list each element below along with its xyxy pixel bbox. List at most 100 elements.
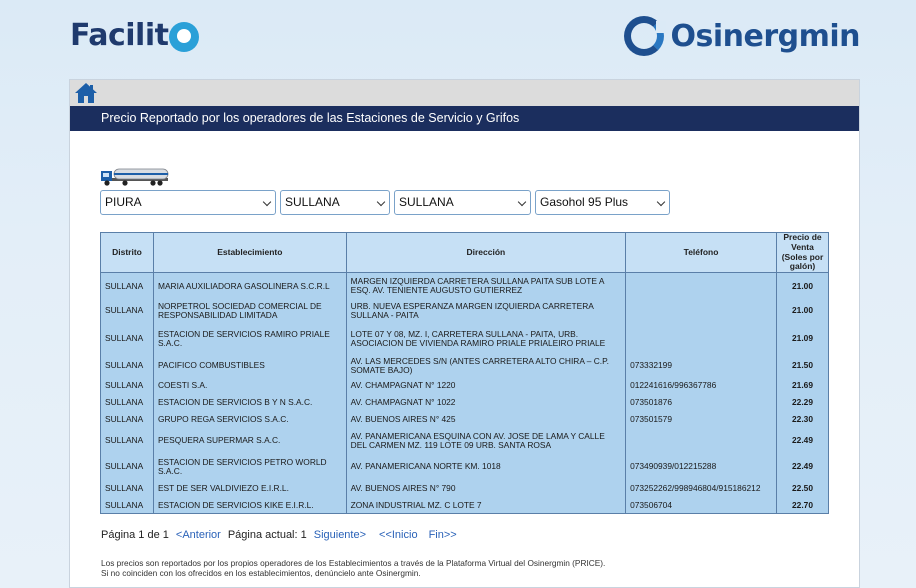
- top-bar: [70, 80, 859, 106]
- cell-distrito: SULLANA: [100, 354, 154, 377]
- prices-table: Distrito Establecimiento Dirección Teléf…: [100, 231, 829, 515]
- home-icon[interactable]: [74, 82, 98, 104]
- cell-direccion: AV. CHAMPAGNAT N° 1220: [345, 376, 627, 394]
- chevron-down-icon: [376, 197, 386, 207]
- cell-distrito: SULLANA: [100, 376, 154, 394]
- header-telefono[interactable]: Teléfono: [625, 231, 778, 274]
- table-row: SULLANA ESTACION DE SERVICIOS PETRO WORLD…: [100, 453, 829, 480]
- filter-bar: PIURA SULLANA SULLANA Gasohol 95 Plus: [100, 190, 670, 215]
- cell-telefono: 073506704: [625, 496, 778, 515]
- cell-direccion: LOTE 07 Y 08, MZ. I, CARRETERA SULLANA -…: [345, 322, 627, 355]
- footnote: Los precios son reportados por los propi…: [101, 558, 605, 578]
- cell-precio: 21.69: [776, 376, 829, 394]
- cell-establecimiento: ESTACION DE SERVICIOS B Y N S.A.C.: [152, 393, 347, 411]
- cell-precio: 22.49: [776, 453, 829, 480]
- last-page-link[interactable]: Fin>>: [429, 529, 457, 541]
- page-title: Precio Reportado por los operadores de l…: [70, 106, 859, 131]
- cell-precio: 21.00: [776, 272, 829, 299]
- facilito-o-icon: [169, 21, 200, 52]
- cell-telefono: [625, 272, 778, 299]
- main-panel: Precio Reportado por los operadores de l…: [69, 79, 860, 588]
- header-establecimiento[interactable]: Establecimiento: [152, 231, 347, 274]
- cell-distrito: SULLANA: [100, 410, 154, 428]
- cell-establecimiento: PESQUERA SUPERMAR S.A.C.: [152, 427, 347, 454]
- cell-precio: 21.00: [776, 298, 829, 323]
- cell-direccion: ZONA INDUSTRIAL MZ. C LOTE 7: [345, 496, 627, 515]
- facilito-logo-text: Facilit: [70, 18, 169, 53]
- cell-distrito: SULLANA: [100, 393, 154, 411]
- footnote-line: Si no coinciden con los ofrecidos en los…: [101, 568, 421, 578]
- cell-telefono: 012241616/996367786: [625, 376, 778, 394]
- cell-establecimiento: MARIA AUXILIADORA GASOLINERA S.C.R.L: [152, 272, 347, 299]
- cell-precio: 21.09: [776, 322, 829, 355]
- provincia-select[interactable]: SULLANA: [280, 190, 390, 215]
- facilito-logo: Facilit: [70, 18, 200, 53]
- cell-establecimiento: COESTI S.A.: [152, 376, 347, 394]
- cell-establecimiento: EST DE SER VALDIVIEZO E.I.R.L.: [152, 479, 347, 497]
- distrito-select[interactable]: SULLANA: [394, 190, 531, 215]
- table-row: SULLANA ESTACION DE SERVICIOS KIKE E.I.R.…: [100, 496, 829, 515]
- cell-precio: 22.30: [776, 410, 829, 428]
- table-row: SULLANA EST DE SER VALDIVIEZO E.I.R.L. AV.…: [100, 479, 829, 497]
- cell-distrito: SULLANA: [100, 322, 154, 355]
- osinergmin-logo-text: Osinergmin: [670, 18, 860, 54]
- cell-direccion: AV. PANAMERICANA ESQUINA CON AV. JOSE DE…: [345, 427, 627, 454]
- footnote-line: Los precios son reportados por los propi…: [101, 558, 606, 568]
- table-row: SULLANA COESTI S.A. AV. CHAMPAGNAT N° 1220…: [100, 376, 829, 394]
- cell-direccion: MARGEN IZQUIERDA CARRETERA SULLANA PAITA…: [345, 272, 627, 299]
- cell-direccion: AV. LAS MERCEDES S/N (ANTES CARRETERA AL…: [345, 354, 627, 377]
- cell-telefono: [625, 298, 778, 323]
- cell-telefono: [625, 427, 778, 454]
- cell-distrito: SULLANA: [100, 453, 154, 480]
- cell-precio: 22.29: [776, 393, 829, 411]
- producto-select[interactable]: Gasohol 95 Plus: [535, 190, 670, 215]
- producto-value: Gasohol 95 Plus: [540, 195, 629, 209]
- cell-direccion: AV. PANAMERICANA NORTE KM. 1018: [345, 453, 627, 480]
- table-row: SULLANA ESTACION DE SERVICIOS RAMIRO PRIA…: [100, 322, 829, 355]
- cell-telefono: 073332199: [625, 354, 778, 377]
- departamento-select[interactable]: PIURA: [100, 190, 276, 215]
- cell-telefono: 073252262/998946804/915186212: [625, 479, 778, 497]
- cell-direccion: AV. CHAMPAGNAT N° 1022: [345, 393, 627, 411]
- cell-direccion: AV. BUENOS AIRES N° 790: [345, 479, 627, 497]
- previous-link[interactable]: <Anterior: [176, 529, 221, 541]
- cell-establecimiento: PACIFICO COMBUSTIBLES: [152, 354, 347, 377]
- cell-telefono: 073501579: [625, 410, 778, 428]
- cell-telefono: [625, 322, 778, 355]
- first-page-link[interactable]: <<Inicio: [379, 529, 418, 541]
- next-link[interactable]: Siguiente>: [314, 529, 366, 541]
- cell-precio: 21.50: [776, 354, 829, 377]
- table-row: SULLANA PESQUERA SUPERMAR S.A.C. AV. PANAM…: [100, 427, 829, 454]
- header-direccion[interactable]: Dirección: [345, 231, 627, 274]
- osinergmin-logo: Osinergmin: [624, 16, 860, 56]
- table-row: SULLANA PACIFICO COMBUSTIBLES AV. LAS MERC…: [100, 354, 829, 377]
- cell-distrito: SULLANA: [100, 427, 154, 454]
- chevron-down-icon: [517, 197, 527, 207]
- cell-direccion: URB. NUEVA ESPERANZA MARGEN IZQUIERDA CA…: [345, 298, 627, 323]
- distrito-value: SULLANA: [399, 195, 454, 209]
- cell-direccion: AV. BUENOS AIRES N° 425: [345, 410, 627, 428]
- table-row: SULLANA NORPETROL SOCIEDAD COMERCIAL DE R…: [100, 298, 829, 323]
- header-distrito[interactable]: Distrito: [100, 231, 154, 274]
- table-row: SULLANA MARIA AUXILIADORA GASOLINERA S.C.…: [100, 272, 829, 299]
- cell-precio: 22.50: [776, 479, 829, 497]
- table-row: SULLANA GRUPO REGA SERVICIOS S.A.C. AV. BU…: [100, 410, 829, 428]
- departamento-value: PIURA: [105, 195, 142, 209]
- cell-precio: 22.49: [776, 427, 829, 454]
- cell-establecimiento: GRUPO REGA SERVICIOS S.A.C.: [152, 410, 347, 428]
- table-row: SULLANA ESTACION DE SERVICIOS B Y N S.A.C…: [100, 393, 829, 411]
- chevron-down-icon: [262, 197, 272, 207]
- header-precio-line: galón): [789, 261, 816, 272]
- cell-distrito: SULLANA: [100, 298, 154, 323]
- pagination: Página 1 de 1 <Anterior Página actual: 1…: [101, 529, 457, 541]
- header-precio[interactable]: Precio de Venta (Soles por galón): [776, 231, 829, 274]
- cell-distrito: SULLANA: [100, 479, 154, 497]
- osinergmin-ring-icon: [624, 16, 667, 56]
- cell-precio: 22.70: [776, 496, 829, 515]
- current-page: Página actual: 1: [227, 529, 307, 541]
- provincia-value: SULLANA: [285, 195, 340, 209]
- chevron-down-icon: [656, 197, 666, 207]
- cell-distrito: SULLANA: [100, 496, 154, 515]
- cell-establecimiento: ESTACION DE SERVICIOS RAMIRO PRIALE S.A.…: [152, 322, 347, 355]
- table-header-row: Distrito Establecimiento Dirección Teléf…: [100, 231, 829, 274]
